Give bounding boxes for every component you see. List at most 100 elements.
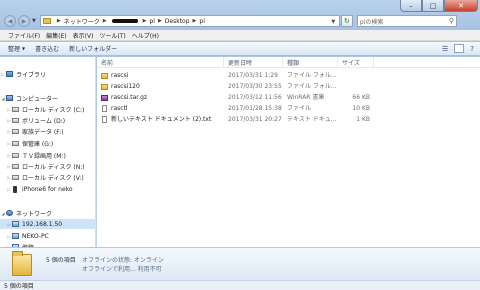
close-button[interactable]: ✕	[444, 0, 478, 12]
forward-button[interactable]: ▶	[18, 15, 30, 27]
back-button[interactable]: ◀	[4, 15, 16, 27]
computer-icon	[6, 95, 13, 101]
file-type: WinRAR 書庫	[287, 94, 325, 101]
menu-help[interactable]: ヘルプ(H)	[132, 31, 159, 40]
menu-edit[interactable]: 編集(E)	[46, 31, 66, 40]
recent-pages-dropdown[interactable]: ▼	[32, 18, 36, 24]
breadcrumb-network[interactable]: ネットワーク	[64, 17, 100, 26]
nav-drive-c[interactable]: ▷ ローカル ディスク (C:)	[0, 104, 96, 114]
nav-drive-g[interactable]: ▷ 保管庫 (G:)	[0, 138, 96, 148]
file-name-cell: rascsi	[101, 71, 221, 80]
column-type[interactable]: 種類	[283, 57, 338, 67]
search-input[interactable]: piの検索	[360, 17, 383, 26]
computer-icon	[12, 221, 19, 227]
menu-tools[interactable]: ツール(T)	[99, 31, 125, 40]
breadcrumb-desktop[interactable]: Desktop	[165, 18, 190, 25]
file-size	[340, 82, 370, 91]
file-type: ファイル	[287, 105, 312, 112]
drive-icon	[12, 106, 19, 112]
new-folder-button[interactable]: 新しいフォルダー	[69, 44, 117, 53]
column-size[interactable]: サイズ	[338, 57, 374, 67]
header-divider	[97, 67, 480, 68]
nav-iphone[interactable]: ▷ iPhone6 for neko	[0, 184, 96, 194]
maximize-icon: □	[429, 1, 437, 10]
command-bar: 整理 ▼ 書き込む 新しいフォルダー ☰ ?	[0, 42, 480, 56]
view-options-button[interactable]: ☰	[442, 45, 448, 53]
address-row: ◀ ▶ ▼ ▶ ネットワーク ▶ ▶ pi ▶ Desktop ▶ pi ▼ ↻…	[4, 14, 476, 28]
menu-file[interactable]: ファイル(F)	[8, 31, 40, 40]
file-date: 2017/01/28 15:38	[228, 105, 282, 112]
minimize-icon: –	[409, 1, 413, 10]
nav-host-label: NEKO-PC	[22, 232, 49, 240]
preview-pane-button[interactable]	[454, 44, 465, 53]
chevron-right-icon: ▶	[157, 18, 162, 24]
menu-view[interactable]: 表示(V)	[73, 31, 94, 40]
nav-drive-f[interactable]: ▷ 家族データ (F:)	[0, 126, 96, 136]
file-list[interactable]: 名前 更新日時 種類 サイズ rascsi 2017/03/31 1:29 ファ…	[97, 57, 480, 247]
file-date: 2017/03/31 1:29	[228, 72, 278, 79]
nav-network[interactable]: ◢ ネットワーク	[0, 208, 96, 218]
nav-host-ip[interactable]: ▷ 192.168.1.50	[0, 219, 96, 229]
address-dropdown[interactable]: ▼	[329, 17, 338, 26]
status-bar: 5 個の項目	[0, 280, 480, 290]
nav-drive-label: ローカル ディスク (V:)	[22, 174, 84, 182]
text-file-icon	[102, 116, 107, 123]
nav-libraries[interactable]: ▷ ライブラリ	[0, 69, 96, 79]
forward-arrow-icon: ▶	[21, 17, 27, 25]
organize-label: 整理	[8, 46, 21, 53]
library-icon	[6, 71, 13, 77]
table-row[interactable]: 新しいテキスト ドキュメント (2).txt 2017/03/31 20:27 …	[97, 115, 397, 124]
view-controls: ☰ ?	[442, 44, 474, 53]
nav-drive-m[interactable]: ▷ ＴＶ録画用 (M:)	[0, 150, 96, 160]
file-name-cell: rascsi120	[101, 82, 221, 91]
column-type-label: 種類	[287, 59, 300, 67]
breadcrumb-pi[interactable]: pi	[149, 18, 154, 25]
back-arrow-icon: ◀	[7, 17, 13, 25]
expand-icon[interactable]: ▷	[6, 187, 12, 192]
minimize-button[interactable]: –	[400, 0, 422, 12]
nav-drive-n[interactable]: ▷ ローカル ディスク (N:)	[0, 161, 96, 171]
menu-bar: ファイル(F) 編集(E) 表示(V) ツール(T) ヘルプ(H)	[0, 30, 480, 41]
maximize-button[interactable]: □	[422, 0, 444, 12]
organize-button[interactable]: 整理 ▼	[8, 44, 25, 53]
nav-drive-v[interactable]: ▷ ローカル ディスク (V:)	[0, 172, 96, 182]
folder-icon	[101, 72, 108, 79]
file-date: 2017/03/12 11:56	[228, 94, 282, 101]
burn-button[interactable]: 書き込む	[35, 44, 59, 53]
file-name: rasctl	[111, 105, 128, 112]
nav-host-neko-pc[interactable]: ▷ NEKO-PC	[0, 231, 96, 241]
navigation-pane[interactable]: ▷ ライブラリ ◢ コンピューター ▷ ローカル ディスク (C:) ▷ ボリュ…	[0, 57, 96, 252]
table-row[interactable]: rascsi 2017/03/31 1:29 ファイル フォル...	[97, 71, 397, 80]
column-name[interactable]: 名前	[97, 57, 224, 67]
nav-drive-label: ボリューム (D:)	[22, 117, 66, 125]
file-size: 66 KB	[352, 94, 370, 101]
breadcrumb-pi-folder[interactable]: pi	[199, 18, 204, 25]
file-type: ファイル フォル...	[287, 72, 337, 79]
chevron-right-icon: ▶	[102, 18, 107, 24]
archive-icon	[101, 94, 108, 101]
address-bar[interactable]: ▶ ネットワーク ▶ ▶ pi ▶ Desktop ▶ pi ▼	[39, 15, 340, 27]
file-date: 2017/03/31 20:27	[228, 116, 282, 123]
help-button[interactable]: ?	[470, 45, 474, 53]
column-date[interactable]: 更新日時	[224, 57, 283, 67]
file-name-cell: rascsi.tar.gz	[101, 93, 221, 102]
table-row[interactable]: rascsi.tar.gz 2017/03/12 11:56 WinRAR 書庫…	[97, 93, 397, 102]
nav-drive-label: ローカル ディスク (N:)	[22, 163, 85, 171]
drive-icon	[12, 140, 19, 146]
table-row[interactable]: rasctl 2017/01/28 15:38 ファイル 10 KB	[97, 104, 397, 113]
refresh-button[interactable]: ↻	[340, 15, 353, 27]
nav-drive-label: 家族データ (F:)	[22, 128, 64, 136]
nav-network-label: ネットワーク	[16, 210, 53, 218]
drive-icon	[12, 117, 19, 123]
nav-drive-label: ローカル ディスク (C:)	[22, 106, 85, 114]
file-size	[340, 71, 370, 80]
search-box[interactable]: piの検索 ⚲	[356, 15, 457, 27]
nav-drive-d[interactable]: ▷ ボリューム (D:)	[0, 115, 96, 125]
nav-host-label: 192.168.1.50	[22, 220, 63, 228]
drive-icon	[12, 152, 19, 158]
status-item-count: 5 個の項目	[4, 283, 34, 290]
chevron-right-icon: ▶	[142, 18, 147, 24]
table-row[interactable]: rascsi120 2017/03/30 23:55 ファイル フォル...	[97, 82, 397, 91]
column-size-label: サイズ	[342, 59, 360, 67]
nav-computer[interactable]: ◢ コンピューター	[0, 93, 96, 103]
